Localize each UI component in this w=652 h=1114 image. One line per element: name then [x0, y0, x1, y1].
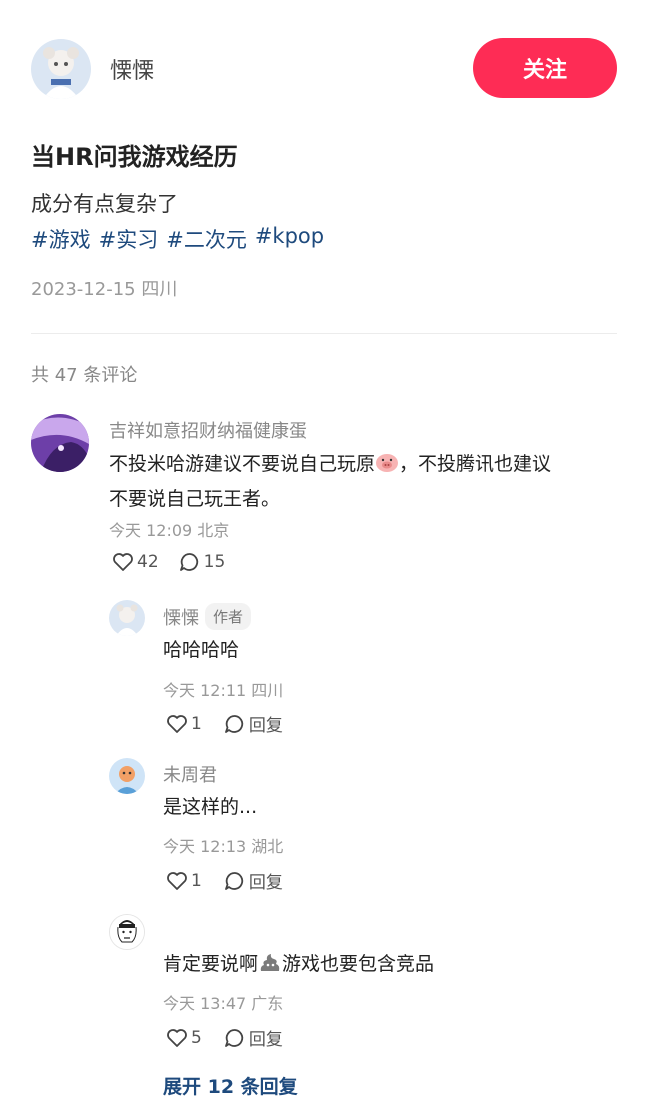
tag-link[interactable]: #二次元	[166, 224, 247, 254]
like-count: 5	[191, 1027, 202, 1048]
comment-meta: 今天 12:09 北京	[109, 521, 230, 540]
heart-icon	[167, 714, 187, 733]
reply-actions: 5 回复	[166, 1025, 283, 1050]
comment-actions: 42 15	[112, 552, 225, 572]
like-button[interactable]: 5	[166, 1028, 202, 1048]
replier-avatar[interactable]	[109, 914, 145, 950]
reply-label: 回复	[248, 873, 283, 893]
reply-label: 回复	[248, 716, 283, 736]
reply-label: 回复	[248, 1030, 283, 1050]
post-tags: #游戏 #实习 #二次元 #kpop	[31, 224, 324, 254]
author-name[interactable]: 慄慄	[110, 53, 154, 85]
comment-text-part: 不投米哈游建议不要说自己玩原	[109, 453, 376, 475]
pig-emoji-icon	[375, 451, 399, 483]
heart-icon	[167, 871, 187, 890]
comment-bubble-icon	[224, 714, 243, 733]
replier-name[interactable]: 未周君	[163, 761, 217, 787]
comment-count: 共 47 条评论	[31, 365, 138, 386]
heart-icon	[167, 1028, 187, 1047]
follow-button[interactable]: 关注	[473, 38, 617, 98]
poop-emoji-icon	[258, 951, 282, 983]
reply-actions: 1 回复	[166, 868, 283, 893]
tag-link[interactable]: #实习	[99, 224, 159, 254]
commenter-avatar[interactable]	[31, 414, 89, 472]
replier-name[interactable]: 慄慄	[163, 608, 199, 629]
like-button[interactable]: 1	[166, 871, 202, 891]
like-count: 1	[191, 713, 202, 734]
reply-actions: 1 回复	[166, 711, 283, 736]
author-avatar[interactable]	[31, 39, 91, 99]
like-button[interactable]: 42	[112, 552, 159, 572]
like-count: 42	[137, 552, 159, 572]
reply-text-part: 游戏也要包含竞品	[282, 953, 435, 975]
tag-link[interactable]: #kpop	[255, 224, 324, 254]
expand-replies-link[interactable]: 展开 12 条回复	[163, 1072, 298, 1099]
replier-name-row: 慄慄 作者	[163, 603, 252, 630]
replier-avatar[interactable]	[109, 758, 145, 794]
comment-bubble-icon	[224, 1028, 243, 1047]
reply-text: 肯定要说啊 游戏也要包含竞品	[163, 948, 434, 983]
like-button[interactable]: 1	[166, 714, 202, 734]
reply-text: 哈哈哈哈	[163, 639, 240, 661]
comment-text: 不投米哈游建议不要说自己玩原 ，不投腾讯也建议 不要说自己玩王者。	[109, 448, 619, 515]
tag-link[interactable]: #游戏	[31, 224, 91, 254]
comment-bubble-icon	[179, 553, 198, 571]
commenter-name[interactable]: 吉祥如意招财纳福健康蛋	[109, 417, 307, 443]
replier-avatar[interactable]	[109, 600, 145, 636]
reply-meta: 今天 13:47 广东	[163, 994, 284, 1013]
post-title: 当HR问我游戏经历	[31, 143, 238, 171]
divider	[31, 333, 617, 334]
comment-text-part: ，不投腾讯也建议	[399, 453, 552, 475]
comment-bubble-icon	[224, 871, 243, 890]
heart-icon	[113, 553, 133, 571]
reply-meta: 今天 12:13 湖北	[163, 837, 284, 856]
reply-count: 15	[203, 552, 226, 572]
reply-text: 是这样的...	[163, 796, 258, 818]
comment-text-part: 不要说自己玩王者。	[109, 488, 281, 510]
reply-button[interactable]: 回复	[224, 711, 283, 736]
reply-count-button[interactable]: 15	[179, 552, 226, 572]
reply-button[interactable]: 回复	[224, 868, 283, 893]
author-badge: 作者	[205, 603, 252, 630]
post-body: 成分有点复杂了	[31, 192, 178, 216]
reply-meta: 今天 12:11 四川	[163, 681, 284, 700]
post-meta: 2023-12-15 四川	[31, 279, 178, 300]
like-count: 1	[191, 870, 202, 891]
reply-button[interactable]: 回复	[224, 1025, 283, 1050]
reply-text-part: 肯定要说啊	[163, 953, 259, 975]
